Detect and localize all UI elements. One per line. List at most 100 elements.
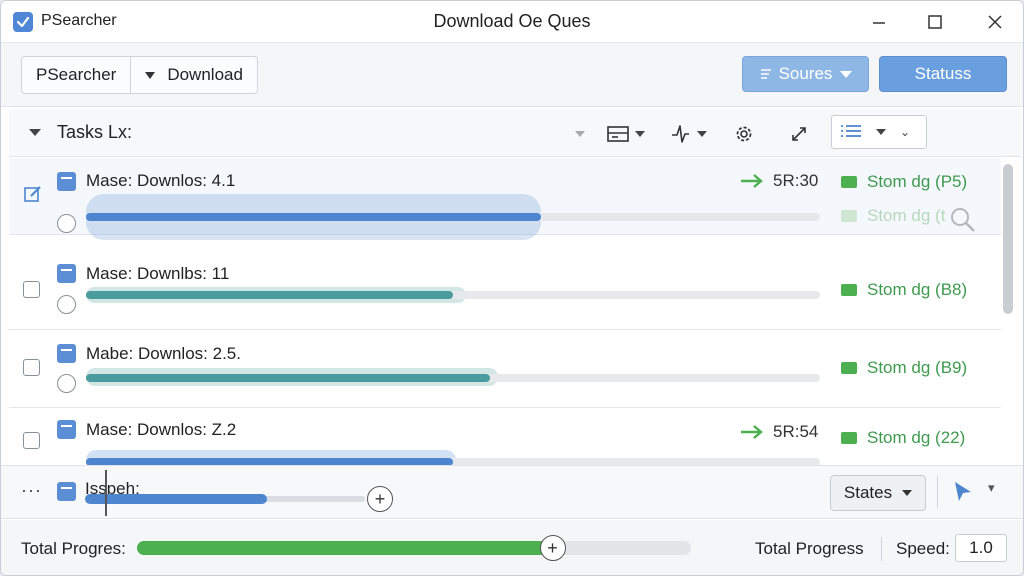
cursor-icon[interactable] bbox=[952, 480, 974, 504]
bolt-icon bbox=[672, 125, 689, 143]
segment-psearcher[interactable]: PSearcher bbox=[22, 57, 130, 93]
task-status: Stom dg (22) bbox=[841, 428, 965, 448]
view-segment: PSearcher Download bbox=[21, 56, 258, 94]
task-radio[interactable] bbox=[57, 374, 76, 393]
file-icon bbox=[57, 420, 76, 439]
task-row[interactable]: Mase: Downlos: 4.1 5R:30 Stom dg (P5) St… bbox=[9, 158, 1001, 240]
chevron-down-icon bbox=[145, 71, 156, 79]
status-square-icon bbox=[841, 432, 857, 444]
more-button[interactable]: ··· bbox=[21, 480, 42, 501]
task-name: Mase: Downlos: Z.2 bbox=[86, 420, 237, 439]
task-name: Mabe: Downlos: 2.5. bbox=[86, 344, 241, 363]
task-row[interactable]: Mase: Downlos: Z.2 5R:54 Stom dg (22) bbox=[9, 408, 1001, 465]
list-icon bbox=[841, 125, 861, 137]
tasks-label: Tasks Lx: bbox=[57, 122, 133, 142]
title-bar: PSearcher Download Oe Ques bbox=[1, 1, 1023, 43]
speed-label: Speed: bbox=[896, 539, 950, 558]
maximize-icon bbox=[928, 15, 942, 29]
task-checkbox[interactable] bbox=[23, 432, 40, 449]
task-row[interactable]: Mabe: Downlos: 2.5. Stom dg (B9) bbox=[9, 330, 1001, 408]
states-button[interactable]: States bbox=[830, 475, 926, 511]
segment-download[interactable]: Download bbox=[130, 57, 257, 93]
task-progress-fill bbox=[86, 291, 453, 299]
total-progress-label: Total Progress bbox=[755, 539, 864, 558]
task-status: Stom dg (B9) bbox=[841, 358, 967, 378]
chevron-down-icon bbox=[840, 70, 853, 78]
action-button[interactable] bbox=[669, 121, 707, 147]
gear-icon bbox=[736, 126, 752, 142]
total-progress-track bbox=[137, 541, 691, 555]
arrow-right-icon bbox=[741, 425, 763, 439]
minimize-icon bbox=[873, 22, 885, 24]
file-icon bbox=[57, 482, 76, 501]
list-scrollbar[interactable] bbox=[1003, 164, 1013, 314]
chevron-down-icon bbox=[575, 131, 585, 137]
item-progress-track bbox=[85, 494, 365, 504]
task-progress-track bbox=[86, 213, 820, 221]
task-status-secondary: Stom dg (t bbox=[841, 206, 945, 226]
total-label: Total Progres: bbox=[21, 539, 126, 558]
drag-handle[interactable] bbox=[105, 470, 107, 516]
expand-button[interactable] bbox=[789, 121, 809, 147]
add-button[interactable]: + bbox=[367, 486, 393, 512]
divider bbox=[881, 537, 882, 561]
task-progress-track bbox=[86, 291, 820, 299]
total-progress-fill bbox=[137, 541, 553, 555]
tasks-dropdown[interactable] bbox=[569, 121, 585, 147]
search-icon[interactable] bbox=[949, 206, 977, 234]
task-list: Mase: Downlos: 4.1 5R:30 Stom dg (P5) St… bbox=[9, 158, 1001, 465]
task-checkbox[interactable] bbox=[23, 359, 40, 376]
settings-button[interactable] bbox=[733, 121, 755, 147]
task-eta: 5R:30 bbox=[739, 171, 818, 191]
item-progress-fill bbox=[85, 494, 267, 504]
task-eta: 5R:54 bbox=[739, 422, 818, 442]
file-icon bbox=[57, 264, 76, 283]
minimize-button[interactable] bbox=[859, 7, 899, 37]
task-name: Mase: Downlbs: 11 bbox=[86, 264, 230, 283]
chevron-small-icon: ⌄ bbox=[900, 125, 911, 139]
close-icon bbox=[988, 15, 1002, 29]
filter-icon bbox=[760, 69, 771, 79]
file-icon bbox=[57, 344, 76, 363]
main-toolbar: PSearcher Download Soures Statuss bbox=[1, 43, 1023, 107]
collapse-caret-icon[interactable] bbox=[29, 129, 41, 136]
task-progress-fill bbox=[86, 374, 490, 382]
layout-button[interactable] bbox=[607, 121, 645, 147]
edit-icon[interactable] bbox=[23, 184, 43, 204]
file-icon bbox=[57, 172, 76, 191]
arrow-right-icon bbox=[741, 174, 763, 188]
plus-icon: + bbox=[374, 489, 386, 509]
task-radio[interactable] bbox=[57, 295, 76, 314]
app-window: PSearcher Download Oe Ques PSearcher Dow… bbox=[0, 0, 1024, 576]
grid-icon bbox=[607, 126, 629, 142]
speed-value[interactable]: 1.0 bbox=[955, 534, 1007, 562]
close-button[interactable] bbox=[975, 7, 1015, 37]
task-status: Stom dg (P5) bbox=[841, 172, 967, 192]
status-square-icon bbox=[841, 284, 857, 296]
task-radio[interactable] bbox=[57, 214, 76, 233]
task-checkbox[interactable] bbox=[23, 281, 40, 298]
view-mode-selector[interactable]: ⌄ bbox=[831, 115, 927, 149]
plus-icon: + bbox=[547, 538, 558, 558]
task-row[interactable]: Mase: Downlbs: 11 Stom dg (B8) bbox=[9, 250, 1001, 330]
task-progress-track bbox=[86, 458, 820, 465]
total-progress-handle[interactable]: + bbox=[539, 535, 566, 561]
chevron-down-icon bbox=[876, 129, 886, 135]
chevron-down-icon bbox=[635, 131, 645, 137]
chevron-down-icon bbox=[902, 490, 913, 496]
expand-icon bbox=[792, 127, 806, 141]
maximize-button[interactable] bbox=[915, 7, 955, 37]
status-button[interactable]: Statuss bbox=[879, 56, 1007, 92]
status-square-icon bbox=[841, 210, 857, 222]
chevron-small-icon[interactable]: ▾ bbox=[988, 480, 995, 496]
task-progress-fill bbox=[86, 213, 542, 221]
task-progress-track bbox=[86, 374, 820, 382]
status-square-icon bbox=[841, 362, 857, 374]
task-name: Mase: Downlos: 4.1 bbox=[86, 171, 236, 190]
sources-button[interactable]: Soures bbox=[742, 56, 869, 92]
status-square-icon bbox=[841, 176, 857, 188]
bottom-bar: ··· Isspeh: + States ▾ bbox=[1, 465, 1023, 519]
chevron-down-icon bbox=[697, 131, 707, 137]
divider bbox=[937, 476, 938, 508]
tasks-header: Tasks Lx: ⌄ bbox=[9, 109, 1021, 157]
